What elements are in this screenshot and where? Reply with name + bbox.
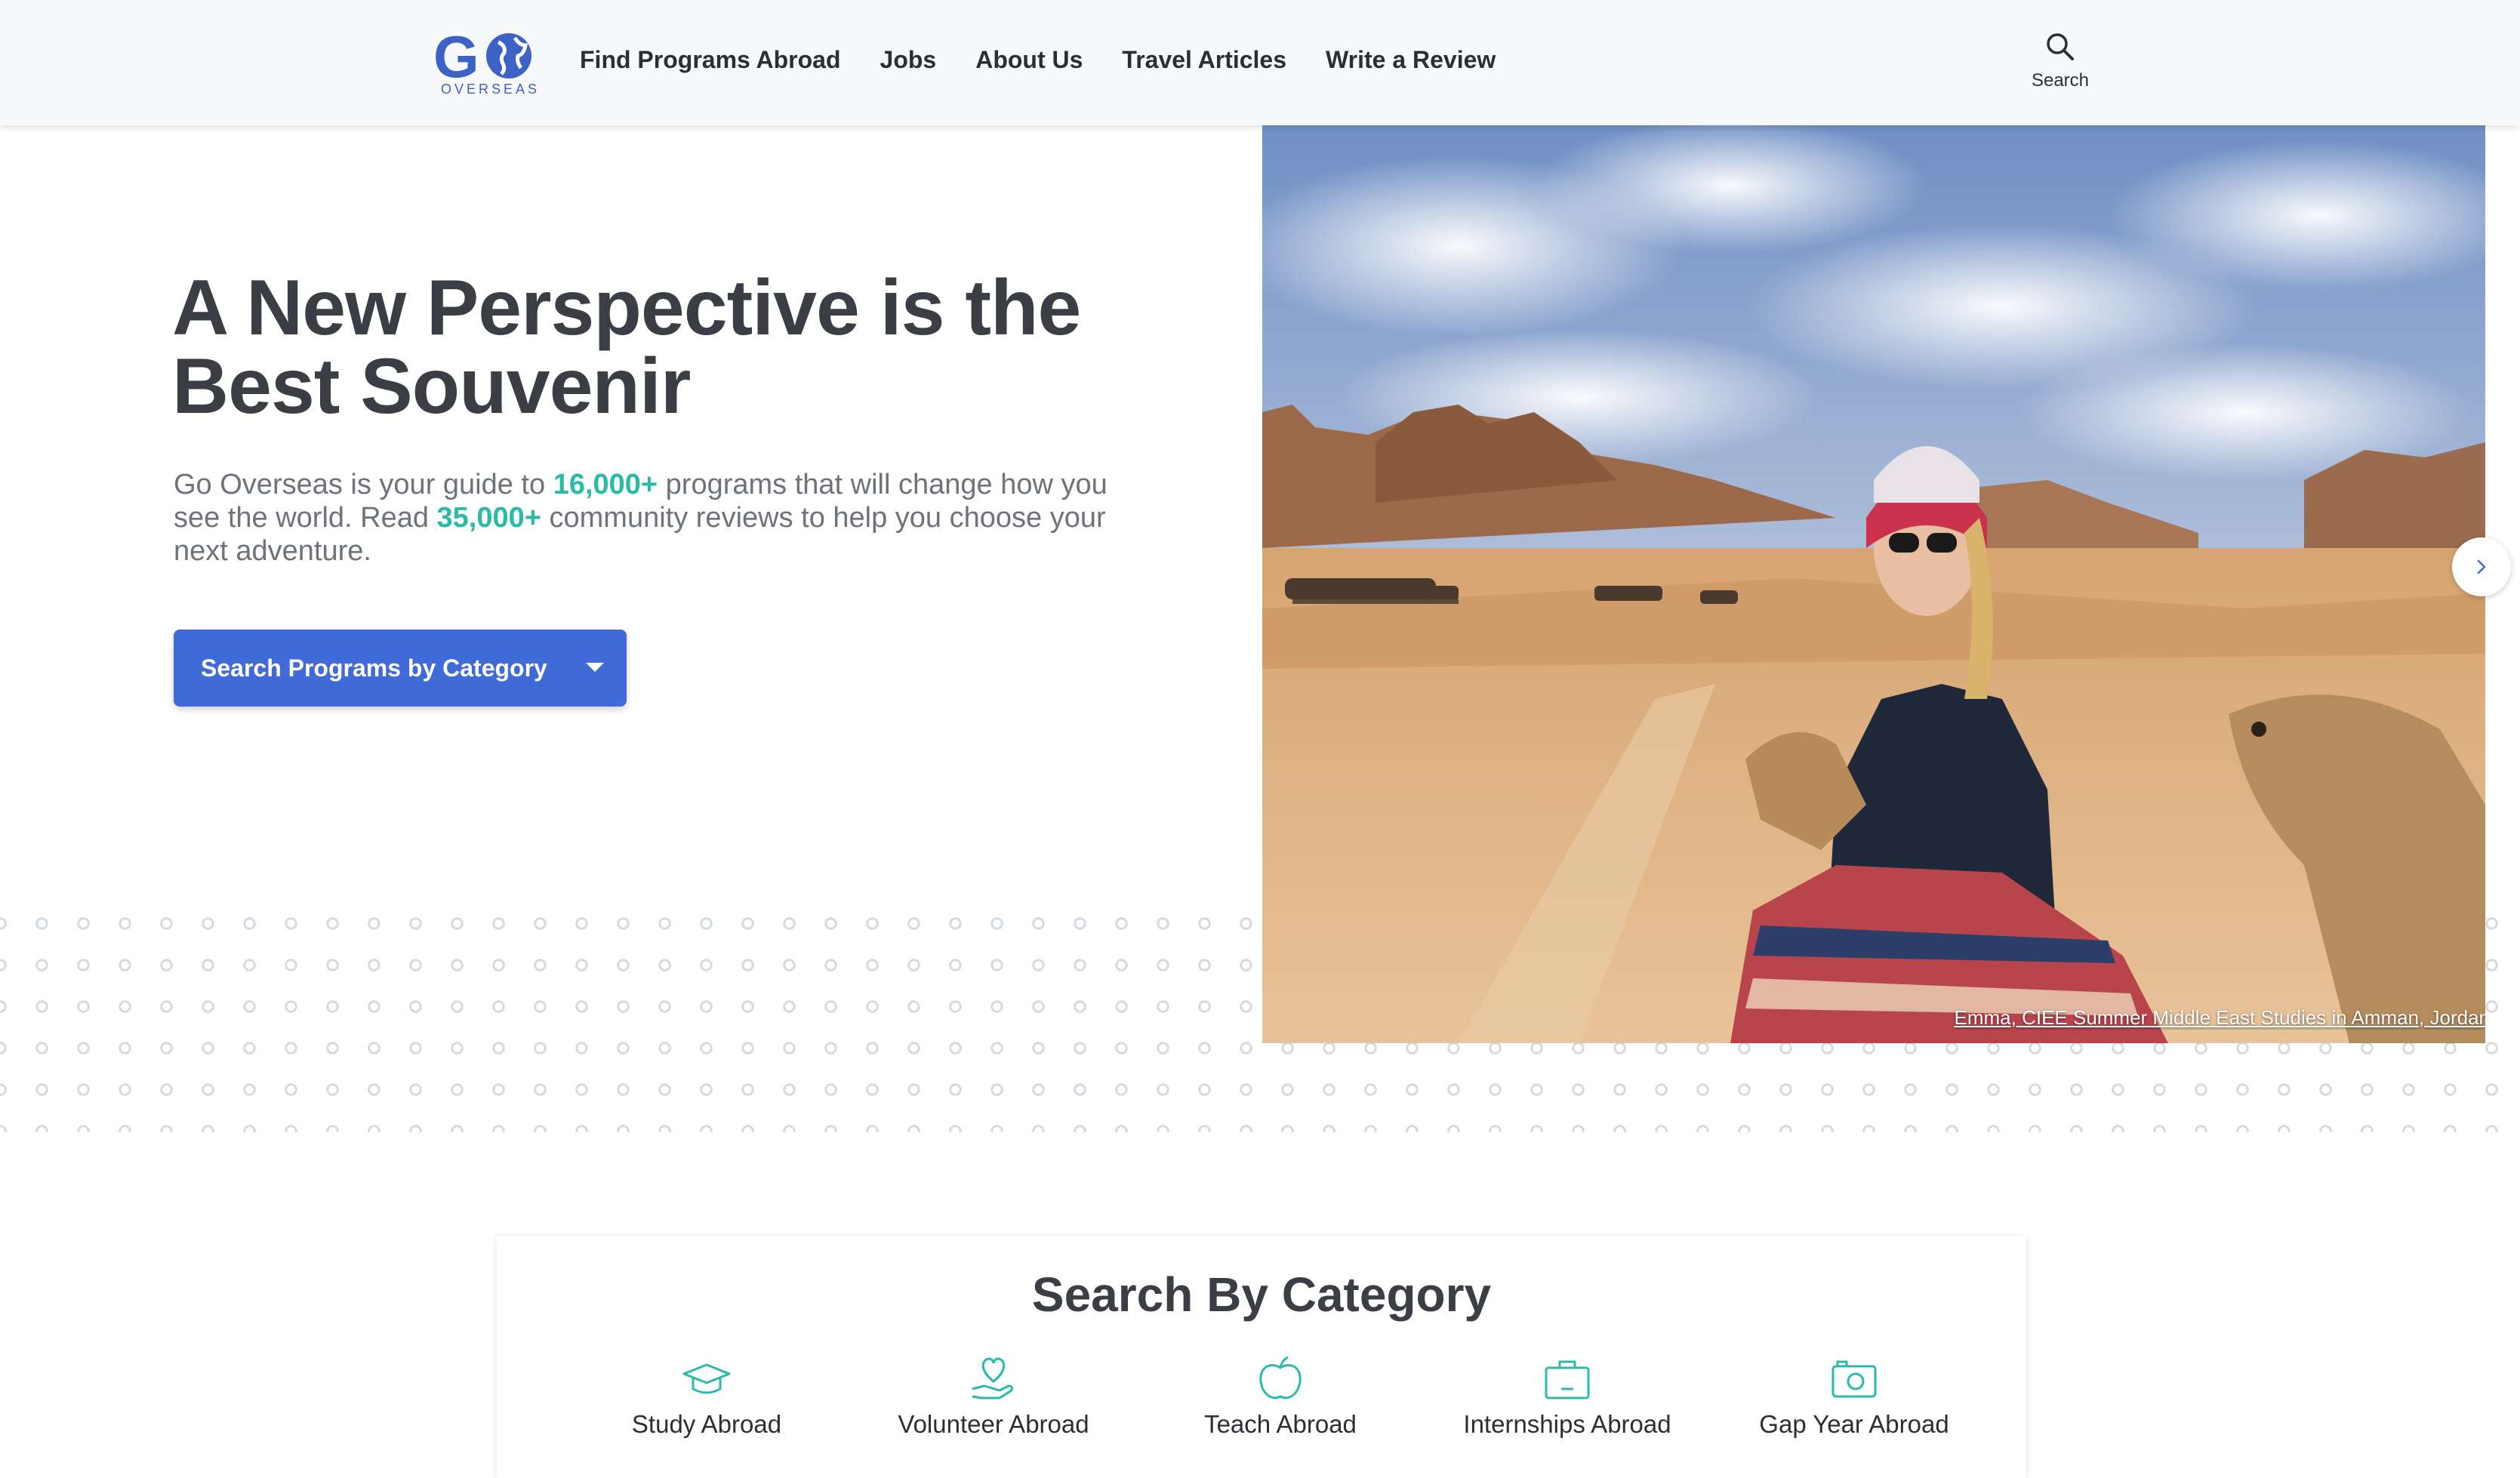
nav-jobs[interactable]: Jobs <box>880 39 937 80</box>
category-teach-abroad[interactable]: Teach Abroad <box>1137 1351 1424 1439</box>
camera-icon <box>1831 1360 1877 1398</box>
reviews-count: 35,000+ <box>436 502 541 534</box>
go-overseas-logo[interactable]: GO G OVERSEAS <box>433 26 544 98</box>
category-volunteer-abroad[interactable]: Volunteer Abroad <box>850 1351 1137 1439</box>
search-by-category-button[interactable]: Search Programs by Category <box>174 630 627 707</box>
search-icon <box>2047 33 2074 60</box>
category-label: Teach Abroad <box>1204 1410 1357 1438</box>
category-internships-abroad[interactable]: Internships Abroad <box>1424 1351 1711 1439</box>
hero-title: A New Perspective is the Best Souvenir <box>172 264 1081 430</box>
category-label: Volunteer Abroad <box>898 1410 1089 1438</box>
category-gap-year-abroad[interactable]: Gap Year Abroad <box>1711 1351 1998 1439</box>
logo-mark: G <box>433 26 531 86</box>
nav-write-review[interactable]: Write a Review <box>1326 39 1496 80</box>
category-section-title: Search By Category <box>1031 1267 1492 1322</box>
category-label: Study Abroad <box>631 1410 782 1438</box>
cta-label: Search Programs by Category <box>201 654 547 682</box>
header-search-button[interactable]: Search <box>2020 30 2100 91</box>
category-label: Internships Abroad <box>1463 1410 1671 1438</box>
carousel-next-button[interactable] <box>2452 537 2511 596</box>
chevron-right-icon <box>2477 559 2486 574</box>
briefcase-icon <box>1545 1360 1590 1399</box>
hero-photo: Emma, CIEE Summer Middle East Studies in… <box>1262 125 2485 1043</box>
main-nav: Find Programs Abroad Jobs About Us Trave… <box>580 39 1535 80</box>
heart-hand-icon <box>972 1357 1013 1399</box>
site-header: GO G OVERSEAS Find Programs Abroad Jobs … <box>0 0 2520 125</box>
category-study-abroad[interactable]: Study Abroad <box>563 1351 850 1439</box>
nav-travel-articles[interactable]: Travel Articles <box>1122 39 1286 80</box>
hero-text-part: Go Overseas is your guide to <box>174 469 553 500</box>
nav-about-us[interactable]: About Us <box>975 39 1083 80</box>
hero-description: Go Overseas is your guide to 16,000+ pro… <box>174 468 1125 568</box>
desert-camel-photo <box>1262 125 2485 1043</box>
logo-subtitle: OVERSEAS <box>441 82 541 97</box>
graduation-cap-icon <box>682 1363 731 1394</box>
category-label: Gap Year Abroad <box>1759 1410 1949 1438</box>
search-label: Search <box>2031 70 2090 91</box>
nav-find-programs[interactable]: Find Programs Abroad <box>580 39 841 80</box>
photo-caption-link[interactable]: Emma, CIEE Summer Middle East Studies in… <box>1955 1006 2486 1030</box>
apple-icon <box>1259 1356 1302 1399</box>
caret-down-icon <box>586 663 604 672</box>
search-by-category-card: Search By Category Study Abroad Voluntee… <box>497 1236 2026 1478</box>
programs-count: 16,000+ <box>553 469 658 500</box>
svg-text:G: G <box>433 26 476 86</box>
